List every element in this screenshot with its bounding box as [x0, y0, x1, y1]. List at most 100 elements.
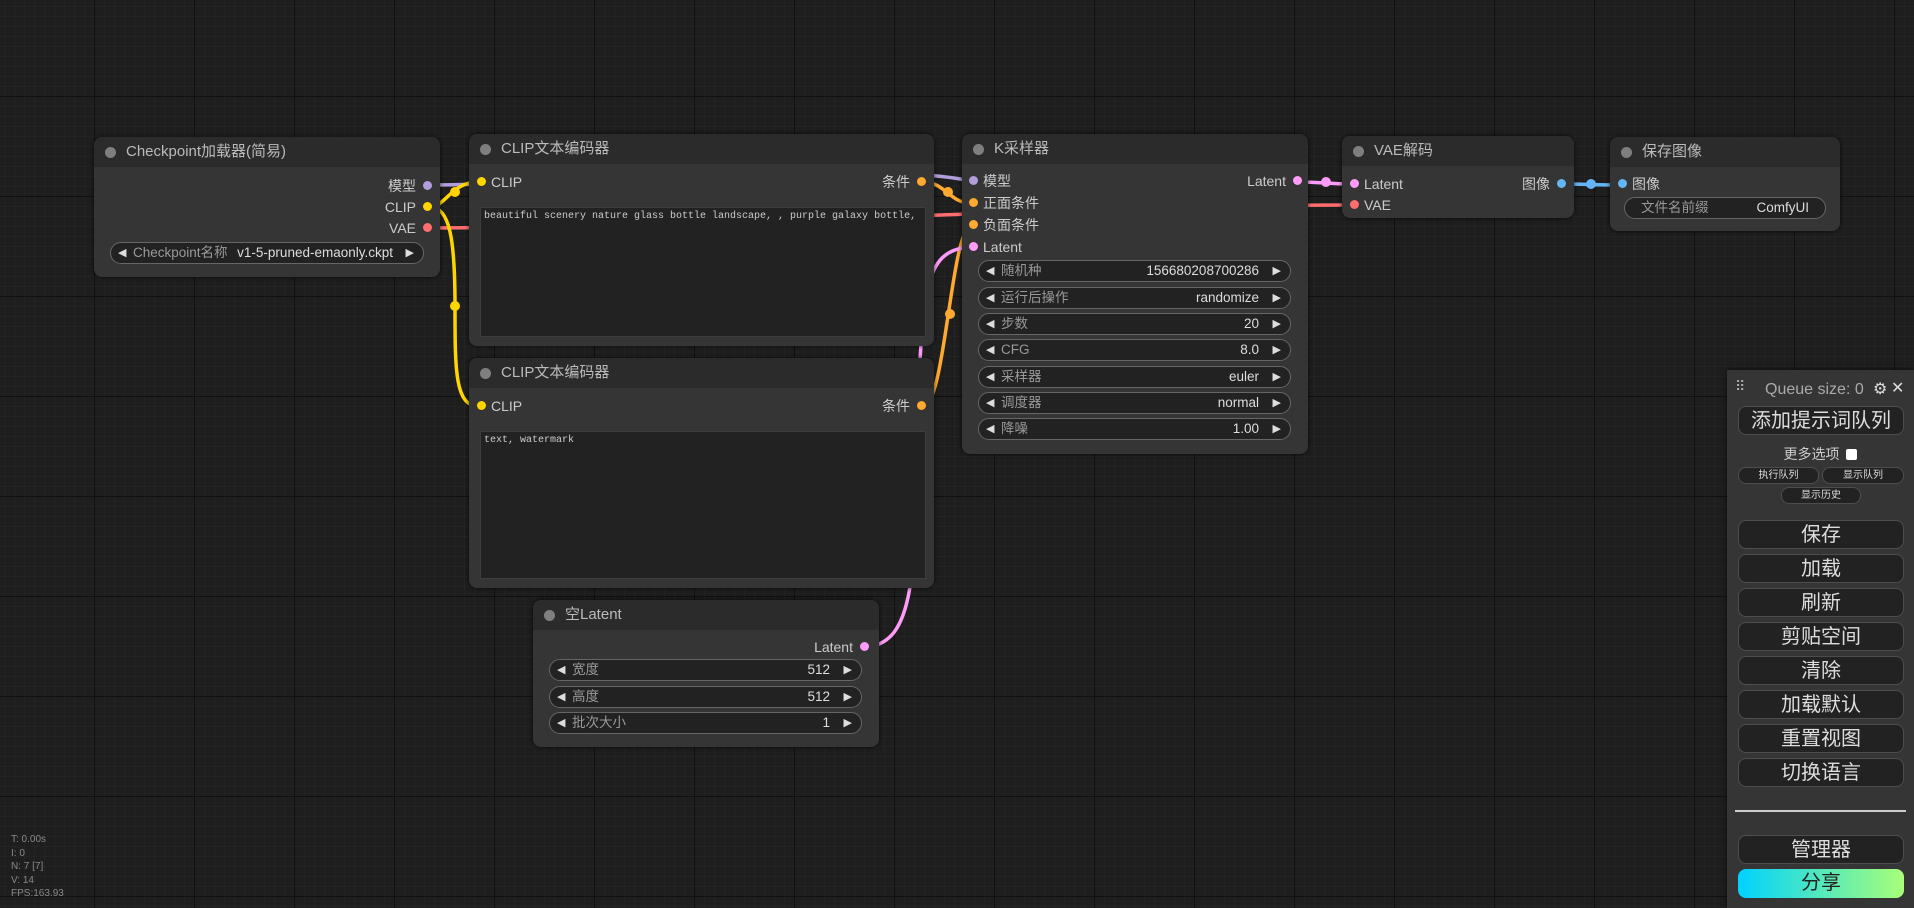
share-button[interactable]: 分享 [1738, 869, 1904, 898]
slot-dot-icon[interactable] [1350, 179, 1359, 188]
switch-language-button[interactable]: 切换语言 [1738, 758, 1904, 787]
widget-seed[interactable]: ◀ 随机种 156680208700286 ▶ [978, 260, 1291, 282]
input-slot-positive[interactable]: 正面条件 [969, 194, 1039, 212]
slot-dot-icon[interactable] [1350, 200, 1359, 209]
slot-dot-icon[interactable] [1618, 179, 1627, 188]
settings-gear-icon[interactable]: ⚙ [1873, 379, 1887, 399]
arrow-right-icon[interactable]: ▶ [1273, 340, 1281, 360]
arrow-left-icon[interactable]: ◀ [986, 261, 994, 281]
slot-dot-icon[interactable] [1557, 179, 1566, 188]
widget-cfg[interactable]: ◀ CFG 8.0 ▶ [978, 339, 1291, 361]
slot-dot-icon[interactable] [917, 177, 926, 186]
node-checkpoint-loader[interactable]: Checkpoint加载器(简易) 模型 CLIP VAE ◀ Checkpoi… [94, 137, 440, 277]
arrow-left-icon[interactable]: ◀ [557, 660, 565, 680]
close-icon[interactable]: ✕ [1891, 378, 1904, 398]
arrow-left-icon[interactable]: ◀ [986, 288, 994, 308]
save-button[interactable]: 保存 [1738, 520, 1904, 549]
collapse-dot-icon[interactable] [480, 368, 491, 379]
slot-dot-icon[interactable] [1293, 176, 1302, 185]
load-default-button[interactable]: 加载默认 [1738, 690, 1904, 719]
slot-dot-icon[interactable] [423, 223, 432, 232]
node-ksampler[interactable]: K采样器 模型 正面条件 负面条件 Latent Latent ◀ 随机种 1566… [962, 134, 1308, 454]
slot-dot-icon[interactable] [477, 177, 486, 186]
refresh-button[interactable]: 刷新 [1738, 588, 1904, 617]
arrow-left-icon[interactable]: ◀ [118, 243, 126, 263]
arrow-right-icon[interactable]: ▶ [844, 660, 852, 680]
widget-steps[interactable]: ◀ 步数 20 ▶ [978, 313, 1291, 335]
widget-filename-prefix[interactable]: 文件名前缀 ComfyUI [1624, 197, 1826, 219]
slot-dot-icon[interactable] [969, 198, 978, 207]
slot-dot-icon[interactable] [969, 176, 978, 185]
arrow-left-icon[interactable]: ◀ [986, 314, 994, 334]
show-history-button[interactable]: 显示历史 [1781, 487, 1861, 504]
drag-handle-icon[interactable]: ⠿ [1735, 378, 1745, 395]
prompt-textarea[interactable]: beautiful scenery nature glass bottle la… [480, 207, 926, 337]
widget-denoise[interactable]: ◀ 降噪 1.00 ▶ [978, 418, 1291, 440]
collapse-dot-icon[interactable] [1621, 147, 1632, 158]
arrow-right-icon[interactable]: ▶ [1273, 367, 1281, 387]
reset-view-button[interactable]: 重置视图 [1738, 724, 1904, 753]
widget-width[interactable]: ◀ 宽度 512 ▶ [549, 659, 862, 681]
arrow-left-icon[interactable]: ◀ [986, 393, 994, 413]
add-prompt-queue-button[interactable]: 添加提示词队列 [1738, 406, 1904, 435]
widget-scheduler[interactable]: ◀ 调度器 normal ▶ [978, 392, 1291, 414]
node-title[interactable]: CLIP文本编码器 [469, 358, 934, 388]
node-title[interactable]: CLIP文本编码器 [469, 134, 934, 164]
clear-button[interactable]: 清除 [1738, 656, 1904, 685]
node-title[interactable]: 保存图像 [1610, 137, 1840, 167]
widget-sampler-name[interactable]: ◀ 采样器 euler ▶ [978, 366, 1291, 388]
manager-button[interactable]: 管理器 [1738, 835, 1904, 864]
input-slot-latent[interactable]: Latent [969, 238, 1022, 256]
slot-dot-icon[interactable] [860, 642, 869, 651]
node-title[interactable]: Checkpoint加载器(简易) [94, 137, 440, 167]
show-queue-button[interactable]: 显示队列 [1822, 467, 1904, 484]
more-options-checkbox[interactable] [1846, 449, 1858, 460]
input-slot-image[interactable]: 图像 [1618, 175, 1660, 193]
prompt-textarea[interactable]: text, watermark [480, 431, 926, 579]
input-slot-vae[interactable]: VAE [1350, 196, 1391, 214]
widget-control-after-generate[interactable]: ◀ 运行后操作 randomize ▶ [978, 287, 1291, 309]
arrow-left-icon[interactable]: ◀ [557, 687, 565, 707]
arrow-left-icon[interactable]: ◀ [986, 367, 994, 387]
arrow-left-icon[interactable]: ◀ [557, 713, 565, 733]
collapse-dot-icon[interactable] [973, 144, 984, 155]
input-slot-clip[interactable]: CLIP [477, 173, 522, 191]
widget-batch-size[interactable]: ◀ 批次大小 1 ▶ [549, 712, 862, 734]
slot-dot-icon[interactable] [969, 220, 978, 229]
arrow-left-icon[interactable]: ◀ [986, 419, 994, 439]
node-save-image[interactable]: 保存图像 图像 文件名前缀 ComfyUI [1610, 137, 1840, 231]
output-slot-conditioning[interactable]: 条件 [882, 397, 926, 415]
node-title[interactable]: VAE解码 [1342, 136, 1574, 166]
output-slot-conditioning[interactable]: 条件 [882, 173, 926, 191]
collapse-dot-icon[interactable] [544, 610, 555, 621]
arrow-right-icon[interactable]: ▶ [844, 687, 852, 707]
slot-dot-icon[interactable] [477, 401, 486, 410]
slot-dot-icon[interactable] [423, 202, 432, 211]
slot-dot-icon[interactable] [969, 242, 978, 251]
node-title[interactable]: 空Latent [533, 600, 879, 630]
output-slot-model[interactable]: 模型 [388, 177, 432, 195]
collapse-dot-icon[interactable] [105, 147, 116, 158]
arrow-right-icon[interactable]: ▶ [406, 243, 414, 263]
input-slot-clip[interactable]: CLIP [477, 397, 522, 415]
arrow-right-icon[interactable]: ▶ [1273, 314, 1281, 334]
run-queue-button[interactable]: 执行队列 [1738, 467, 1819, 484]
arrow-right-icon[interactable]: ▶ [1273, 393, 1281, 413]
slot-dot-icon[interactable] [917, 401, 926, 410]
collapse-dot-icon[interactable] [480, 144, 491, 155]
node-clip-text-encode-negative[interactable]: CLIP文本编码器 CLIP 条件 text, watermark [469, 358, 934, 588]
node-vae-decode[interactable]: VAE解码 Latent VAE 图像 [1342, 136, 1574, 218]
node-title[interactable]: K采样器 [962, 134, 1308, 164]
widget-ckpt-name[interactable]: ◀ Checkpoint名称 v1-5-pruned-emaonly.ckpt … [110, 242, 424, 264]
output-slot-vae[interactable]: VAE [389, 219, 432, 237]
clipspace-button[interactable]: 剪贴空间 [1738, 622, 1904, 651]
output-slot-image[interactable]: 图像 [1522, 175, 1566, 193]
node-clip-text-encode-positive[interactable]: CLIP文本编码器 CLIP 条件 beautiful scenery natu… [469, 134, 934, 346]
load-button[interactable]: 加载 [1738, 554, 1904, 583]
arrow-right-icon[interactable]: ▶ [1273, 419, 1281, 439]
node-empty-latent[interactable]: 空Latent Latent ◀ 宽度 512 ▶ ◀ 高度 512 ▶ ◀ 批次大小 1 ▶ [533, 600, 879, 747]
arrow-right-icon[interactable]: ▶ [844, 713, 852, 733]
arrow-right-icon[interactable]: ▶ [1273, 261, 1281, 281]
output-slot-clip[interactable]: CLIP [385, 198, 432, 216]
arrow-left-icon[interactable]: ◀ [986, 340, 994, 360]
